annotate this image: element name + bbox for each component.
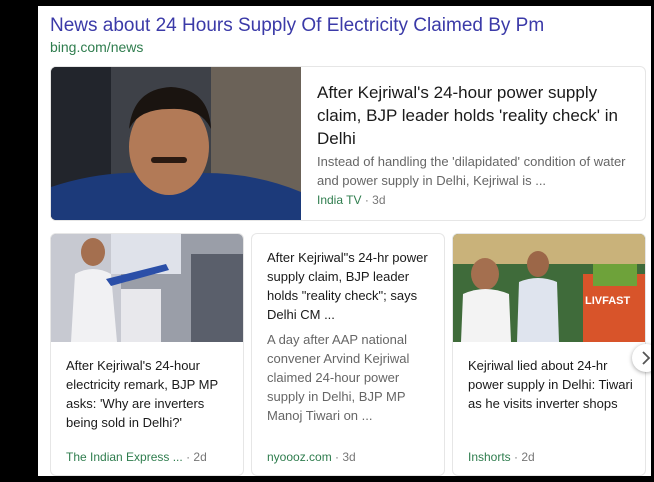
news-card-thumbnail[interactable]	[51, 234, 243, 342]
top-story-thumbnail[interactable]	[51, 67, 301, 220]
top-story-card[interactable]: After Kejriwal's 24-hour power supply cl…	[50, 66, 646, 221]
news-card-age: · 3d	[335, 450, 356, 464]
top-story-age: · 3d	[364, 193, 386, 207]
news-card-thumbnail[interactable]: LIVFAST	[453, 234, 645, 342]
news-card-source: The Indian Express ...	[66, 450, 183, 464]
news-card-title[interactable]: After Kejriwal's 24-hour electricity rem…	[66, 356, 231, 432]
news-card-meta: The Indian Express ... · 2d	[66, 450, 207, 464]
news-card-meta: nyoooz.com · 3d	[267, 450, 356, 464]
news-card-indian-express[interactable]: After Kejriwal's 24-hour electricity rem…	[50, 233, 244, 476]
news-header-title[interactable]: News about 24 Hours Supply Of Electricit…	[50, 15, 544, 37]
top-story-photo	[51, 67, 301, 220]
news-card-title[interactable]: After Kejriwal"s 24-hr power supply clai…	[267, 248, 432, 324]
inverter-shop-photo	[51, 234, 243, 342]
news-header-source[interactable]: bing.com/news	[50, 39, 143, 55]
news-card-source: Inshorts	[468, 450, 511, 464]
shop-visit-photo: LIVFAST	[453, 234, 645, 342]
top-story-snippet: Instead of handling the 'dilapidated' co…	[317, 154, 626, 188]
top-story-source: India TV	[317, 193, 362, 207]
shop-sign-text: LIVFAST	[585, 295, 631, 307]
news-card-age: · 2d	[514, 450, 535, 464]
news-card-title[interactable]: Kejriwal lied about 24-hr power supply i…	[468, 356, 633, 413]
news-card-source: nyoooz.com	[267, 450, 332, 464]
top-story-meta: India TV · 3d	[317, 193, 386, 207]
news-card-meta: Inshorts · 2d	[468, 450, 535, 464]
news-card-snippet: A day after AAP national convener Arvind…	[267, 332, 410, 423]
news-card-inshorts[interactable]: LIVFAST Kejriwal lied about 24-hr power …	[452, 233, 646, 476]
news-card-age: · 2d	[186, 450, 207, 464]
chevron-right-icon	[642, 351, 651, 365]
news-card-nyoooz[interactable]: After Kejriwal"s 24-hr power supply clai…	[251, 233, 445, 476]
top-story-title[interactable]: After Kejriwal's 24-hour power supply cl…	[317, 81, 637, 150]
news-panel: News about 24 Hours Supply Of Electricit…	[38, 6, 651, 476]
